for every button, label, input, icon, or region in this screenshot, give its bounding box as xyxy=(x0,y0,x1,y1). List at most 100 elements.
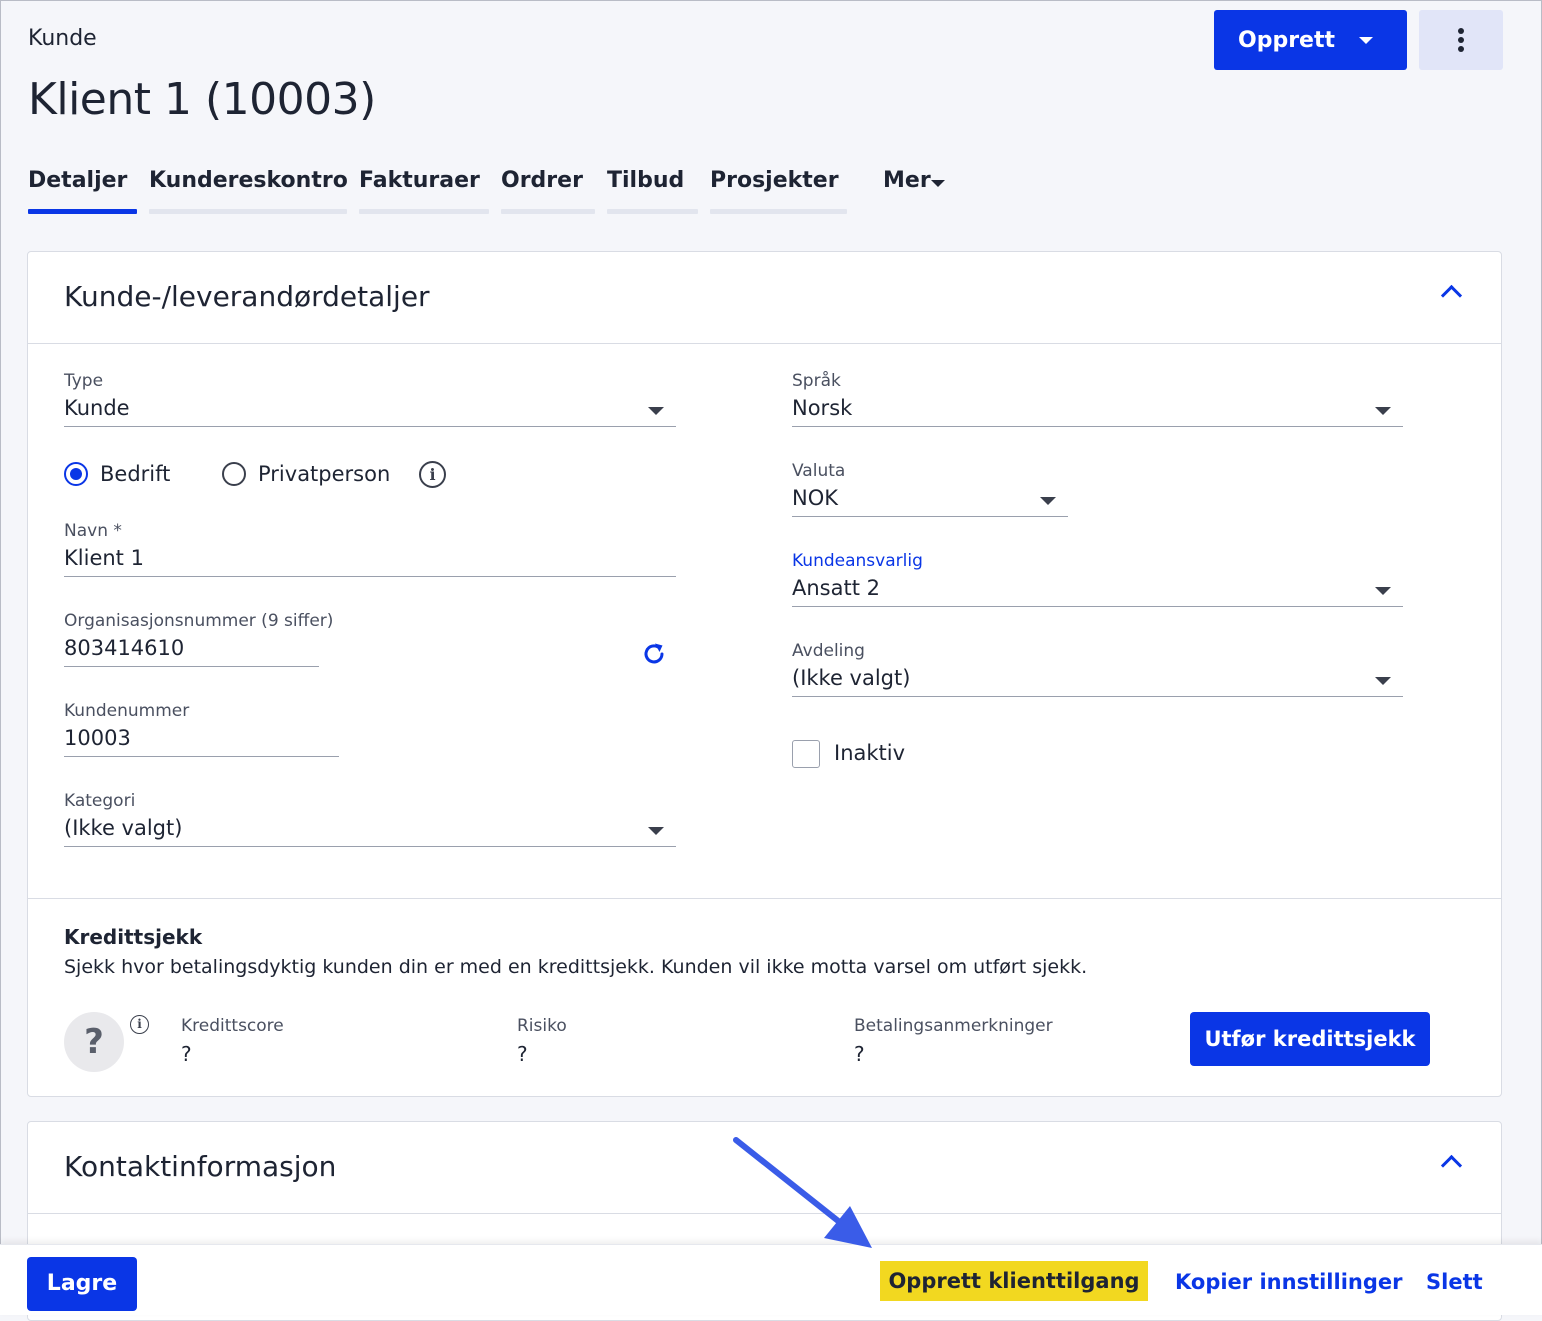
category-select[interactable]: Kategori (Ikke valgt) xyxy=(64,791,676,848)
contact-card-header[interactable]: Kontaktinformasjon xyxy=(28,1122,1501,1214)
tab-label: Ordrer xyxy=(501,168,583,193)
tab-label: Detaljer xyxy=(28,168,128,193)
radio-label-bedrift[interactable]: Bedrift xyxy=(100,462,170,486)
risk-label: Risiko xyxy=(517,1016,567,1036)
field-value: (Ikke valgt) xyxy=(64,816,183,840)
credit-score-avatar: ? xyxy=(64,1012,124,1072)
department-select[interactable]: Avdeling (Ikke valgt) xyxy=(792,641,1403,698)
field-label: Organisasjonsnummer (9 siffer) xyxy=(64,611,334,631)
tab-tilbud[interactable]: Tilbud xyxy=(607,168,698,215)
field-underline xyxy=(64,756,339,757)
tab-underline xyxy=(359,209,489,214)
field-value: Ansatt 2 xyxy=(792,576,880,600)
tab-label: Fakturaer xyxy=(359,168,480,193)
refresh-icon[interactable] xyxy=(641,641,667,667)
tab-prosjekter[interactable]: Prosjekter xyxy=(710,168,847,215)
field-value: 803414610 xyxy=(64,636,185,660)
field-label: Valuta xyxy=(792,461,846,481)
caret-down-icon[interactable] xyxy=(931,180,945,187)
field-label: Avdeling xyxy=(792,641,865,661)
field-value: Kunde xyxy=(64,396,130,420)
field-underline xyxy=(792,606,1403,607)
copy-settings-button[interactable]: Kopier innstillinger xyxy=(1175,1270,1402,1294)
caret-down-icon xyxy=(1375,407,1391,415)
chevron-up-icon[interactable] xyxy=(1440,284,1463,307)
contact-card-title: Kontaktinformasjon xyxy=(64,1150,337,1183)
caret-down-icon xyxy=(1375,587,1391,595)
field-underline xyxy=(64,576,676,577)
tab-underline xyxy=(710,209,847,214)
create-button-label: Opprett xyxy=(1238,27,1336,53)
breadcrumb[interactable]: Kunde xyxy=(28,26,97,51)
details-card-title: Kunde-/leverandørdetaljer xyxy=(64,280,430,313)
field-value: Klient 1 xyxy=(64,546,144,570)
field-underline xyxy=(64,846,676,847)
type-select[interactable]: Type Kunde xyxy=(64,371,676,428)
field-label: Type xyxy=(64,371,104,391)
more-actions-button[interactable] xyxy=(1419,10,1503,70)
field-value: Norsk xyxy=(792,396,853,420)
inactive-checkbox[interactable] xyxy=(792,740,820,768)
payment-remarks-value: ? xyxy=(854,1042,865,1066)
tab-label: Tilbud xyxy=(607,168,685,193)
tab-fakturaer[interactable]: Fakturaer xyxy=(359,168,489,215)
info-icon[interactable]: i xyxy=(130,1015,149,1034)
field-value: 10003 xyxy=(64,726,131,750)
currency-select[interactable]: Valuta NOK xyxy=(792,461,1068,518)
tab-kundereskontro[interactable]: Kundereskontro xyxy=(149,168,348,215)
caret-down-icon xyxy=(648,827,664,835)
info-icon[interactable]: i xyxy=(419,461,446,488)
field-label: Kundenummer xyxy=(64,701,190,721)
credit-check-description: Sjekk hvor betalingsdyktig kunden din er… xyxy=(64,956,1088,978)
radio-privatperson[interactable] xyxy=(222,462,246,486)
create-client-access-button[interactable]: Opprett klienttilgang xyxy=(880,1261,1148,1301)
credit-check-title: Kredittsjekk xyxy=(64,925,203,949)
field-value: NOK xyxy=(792,486,839,510)
field-value: (Ikke valgt) xyxy=(792,666,911,690)
radio-label-privatperson[interactable]: Privatperson xyxy=(258,462,390,486)
inactive-checkbox-label[interactable]: Inaktiv xyxy=(834,741,905,765)
create-button[interactable]: Opprett xyxy=(1214,10,1407,70)
payment-remarks-label: Betalingsanmerkninger xyxy=(854,1016,1053,1036)
tab-label: Mer xyxy=(883,168,931,193)
tab-ordrer[interactable]: Ordrer xyxy=(501,168,595,215)
risk-value: ? xyxy=(517,1042,528,1066)
caret-down-icon xyxy=(1040,497,1056,505)
delete-button[interactable]: Slett xyxy=(1426,1270,1483,1294)
credit-score-label: Kredittscore xyxy=(181,1016,284,1036)
field-underline xyxy=(792,426,1403,427)
tab-label: Kundereskontro xyxy=(149,168,348,193)
vertical-dots-icon xyxy=(1458,37,1464,43)
vertical-dots-icon xyxy=(1458,46,1464,52)
field-label: Kategori xyxy=(64,791,136,811)
credit-score-value: ? xyxy=(181,1042,192,1066)
tab-detaljer[interactable]: Detaljer xyxy=(28,168,137,215)
caret-down-icon xyxy=(1375,677,1391,685)
radio-bedrift[interactable] xyxy=(64,462,88,486)
tab-underline xyxy=(501,209,595,214)
caret-down-icon xyxy=(648,407,664,415)
tab-underline xyxy=(149,209,347,214)
vertical-dots-icon xyxy=(1458,28,1464,34)
field-label: Kundeansvarlig xyxy=(792,551,923,571)
chevron-up-icon[interactable] xyxy=(1440,1154,1463,1177)
section-divider xyxy=(28,898,1502,899)
page-title: Klient 1 (10003) xyxy=(28,74,376,125)
run-credit-check-button[interactable]: Utfør kredittsjekk xyxy=(1190,1012,1430,1066)
tab-mer[interactable]: Mer xyxy=(883,168,983,215)
name-field[interactable]: Navn * Klient 1 xyxy=(64,521,676,578)
customer-number-field[interactable]: Kundenummer 10003 xyxy=(64,701,339,758)
language-select[interactable]: Språk Norsk xyxy=(792,371,1403,428)
field-underline xyxy=(792,696,1403,697)
save-button[interactable]: Lagre xyxy=(27,1257,137,1311)
tab-underline xyxy=(607,209,698,214)
field-underline xyxy=(792,516,1068,517)
org-number-field[interactable]: Organisasjonsnummer (9 siffer) 803414610 xyxy=(64,611,334,668)
caret-down-icon xyxy=(1359,37,1373,44)
tab-underline-active xyxy=(28,209,137,214)
details-card-header[interactable]: Kunde-/leverandørdetaljer xyxy=(28,252,1501,344)
tab-label: Prosjekter xyxy=(710,168,839,193)
field-label: Språk xyxy=(792,371,841,391)
responsible-select[interactable]: Kundeansvarlig Ansatt 2 xyxy=(792,551,1403,608)
field-underline xyxy=(64,426,676,427)
